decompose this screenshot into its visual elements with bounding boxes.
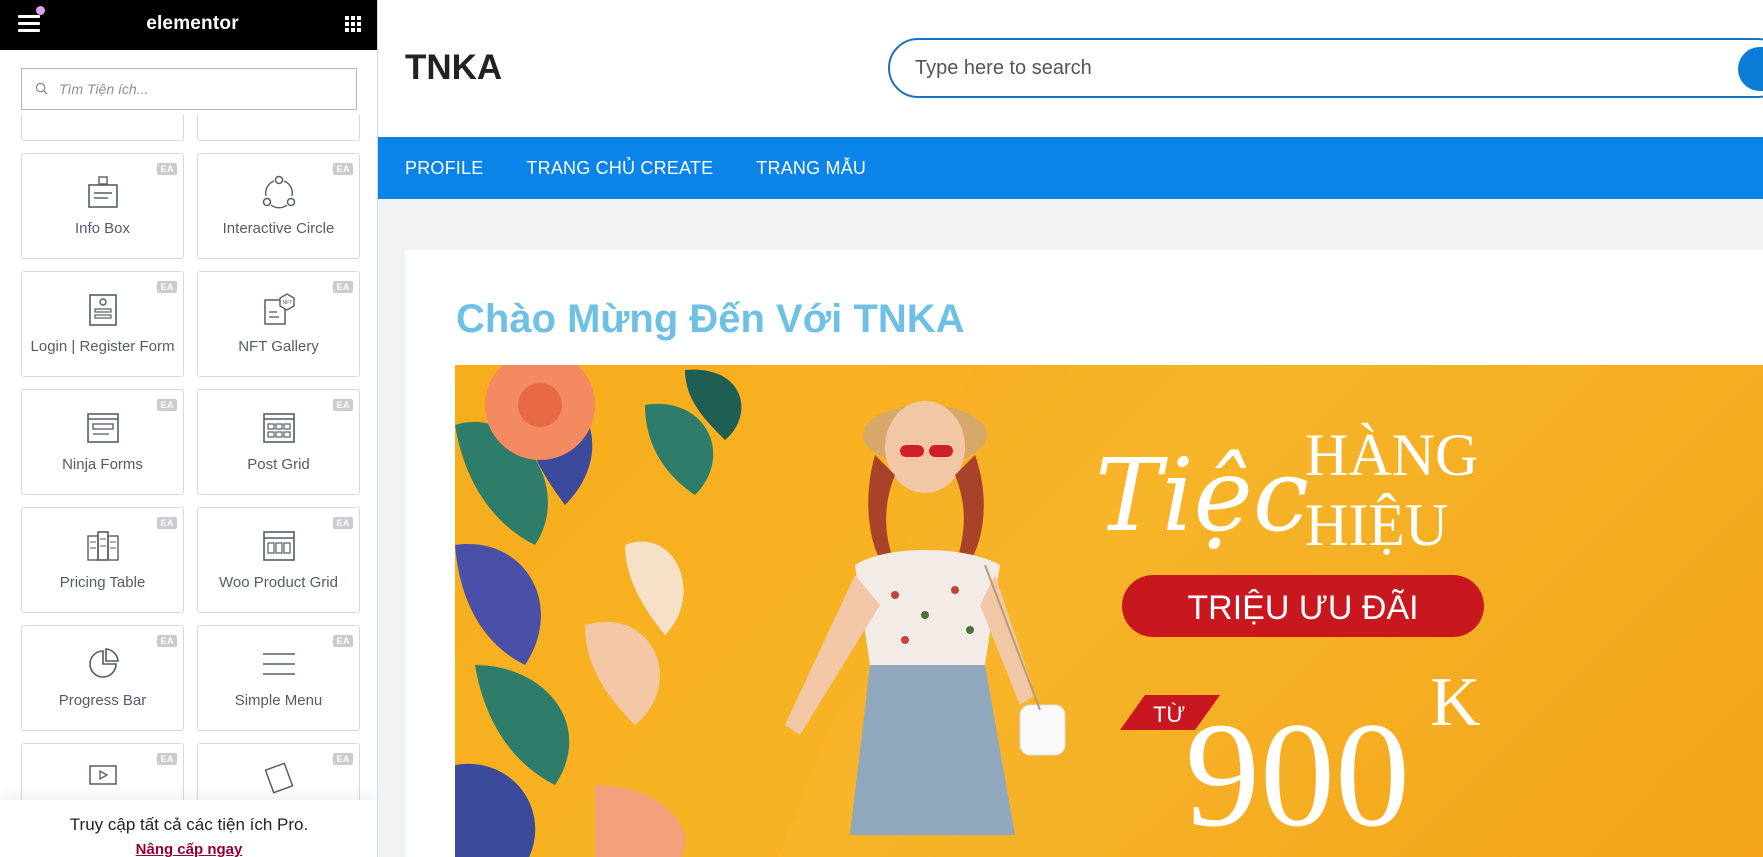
banner-line1: HÀNG (1305, 422, 1478, 488)
widget-card-info-box[interactable]: EA Info Box (21, 153, 184, 259)
widget-card-login-register-form[interactable]: EA Login | Register Form (21, 271, 184, 377)
welcome-heading: Chào Mừng Đến Với TNKA (456, 297, 965, 341)
widget-search-input[interactable] (22, 69, 356, 109)
banner-price: 900 (1185, 692, 1410, 857)
site-title[interactable]: TNKA (405, 48, 502, 88)
notification-dot (36, 6, 45, 15)
widget-card-progress-bar[interactable]: EA Progress Bar (21, 625, 184, 731)
video-widget-icon (88, 765, 117, 785)
widget-search-area (0, 50, 377, 118)
widget-card-ninja-forms[interactable]: EA Ninja Forms (21, 389, 184, 495)
post-grid-icon (262, 413, 295, 443)
ea-badge: EA (333, 517, 353, 529)
upgrade-link[interactable]: Nâng cấp ngay (0, 841, 377, 857)
ninja-forms-icon (86, 413, 119, 443)
search-icon (35, 82, 48, 95)
pricing-table-icon (86, 531, 119, 561)
ea-badge: EA (333, 399, 353, 411)
widget-card-partial[interactable]: EA (21, 743, 184, 803)
widget-list: EA Info Box EA Interactive Circle EA Log… (21, 115, 360, 803)
widget-label: Pricing Table (59, 574, 146, 591)
menu-icon[interactable] (18, 15, 40, 32)
widget-card-woo-product-grid[interactable]: EA Woo Product Grid (197, 507, 360, 613)
ea-badge: EA (157, 399, 177, 411)
widget-label: Interactive Circle (222, 220, 335, 237)
ea-badge: EA (333, 281, 353, 293)
ea-badge: EA (333, 753, 353, 765)
widget-card-partial[interactable] (197, 115, 360, 141)
banner-script-text: Tiệc (1095, 437, 1309, 554)
widget-label: Login | Register Form (30, 338, 175, 355)
pro-upsell-text: Truy cập tất cả các tiện ích Pro. (69, 815, 309, 834)
widget-search-box (21, 68, 357, 110)
widget-label: Info Box (74, 220, 131, 237)
widget-label: NFT Gallery (238, 338, 319, 355)
banner-from-text: TỪ (1153, 702, 1185, 727)
form-widget-icon (264, 762, 293, 794)
ea-badge: EA (157, 517, 177, 529)
banner-pill-text: TRIỆU ƯU ĐÃI (1187, 589, 1418, 627)
partial-widget-row (21, 115, 360, 141)
widget-card-pricing-table[interactable]: EA Pricing Table (21, 507, 184, 613)
nav-item-trang-chu-create[interactable]: TRANG CHỦ CREATE (526, 158, 713, 179)
elementor-panel: elementor EA Info Box EA Interactive Cir… (0, 0, 378, 857)
widget-label: Ninja Forms (62, 456, 143, 473)
widget-card-post-grid[interactable]: EA Post Grid (197, 389, 360, 495)
promo-banner: Tiệc HÀNG HIỆU TRIỆU ƯU ĐÃI TỪ 900 K (455, 365, 1763, 857)
pro-upsell-box: Truy cập tất cả các tiện ích Pro. Nâng c… (0, 800, 377, 857)
panel-header: elementor (0, 0, 377, 50)
banner-price-unit: K (1430, 664, 1481, 741)
widget-label: Progress Bar (58, 692, 147, 709)
widgets-grid-icon[interactable] (344, 15, 361, 32)
widget-card-partial[interactable]: EA (197, 743, 360, 803)
content-card: Chào Mừng Đến Với TNKA Tiệc HÀNG HIỆU TR… (405, 250, 1763, 857)
ea-badge: EA (157, 281, 177, 293)
nav-item-trang-mau[interactable]: TRANG MẪU (756, 158, 866, 179)
widget-card-interactive-circle[interactable]: EA Interactive Circle (197, 153, 360, 259)
woo-product-grid-icon (262, 531, 295, 561)
site-search-box (888, 38, 1763, 98)
preview-area: TNKA PROFILE TRANG CHỦ CREATE TRANG MẪU … (378, 0, 1763, 857)
widget-card-partial[interactable] (21, 115, 184, 141)
widget-label: Woo Product Grid (219, 574, 338, 591)
elementor-logo: elementor (146, 12, 239, 34)
login-form-icon (88, 294, 117, 326)
ea-badge: EA (333, 163, 353, 175)
nav-item-profile[interactable]: PROFILE (405, 158, 483, 179)
site-header: TNKA (378, 0, 1763, 137)
nft-gallery-icon: NFT (263, 293, 295, 325)
info-box-icon (87, 176, 118, 208)
ea-badge: EA (157, 753, 177, 765)
widget-label: Simple Menu (234, 692, 323, 709)
ea-badge: EA (333, 635, 353, 647)
interactive-circle-icon (262, 175, 295, 209)
widget-card-simple-menu[interactable]: EA Simple Menu (197, 625, 360, 731)
widget-label: Post Grid (247, 456, 310, 473)
ea-badge: EA (157, 163, 177, 175)
ea-badge: EA (157, 635, 177, 647)
site-nav: PROFILE TRANG CHỦ CREATE TRANG MẪU (378, 137, 1763, 199)
progress-bar-icon (88, 648, 119, 678)
site-search-input[interactable] (890, 56, 1763, 80)
banner-line2: HIỆU (1305, 492, 1448, 558)
widget-card-nft-gallery[interactable]: EA NFT NFT Gallery (197, 271, 360, 377)
svg-text:NFT: NFT (282, 300, 292, 306)
banner-artwork: Tiệc HÀNG HIỆU TRIỆU ƯU ĐÃI TỪ 900 K (455, 365, 1484, 857)
simple-menu-icon (262, 653, 295, 675)
